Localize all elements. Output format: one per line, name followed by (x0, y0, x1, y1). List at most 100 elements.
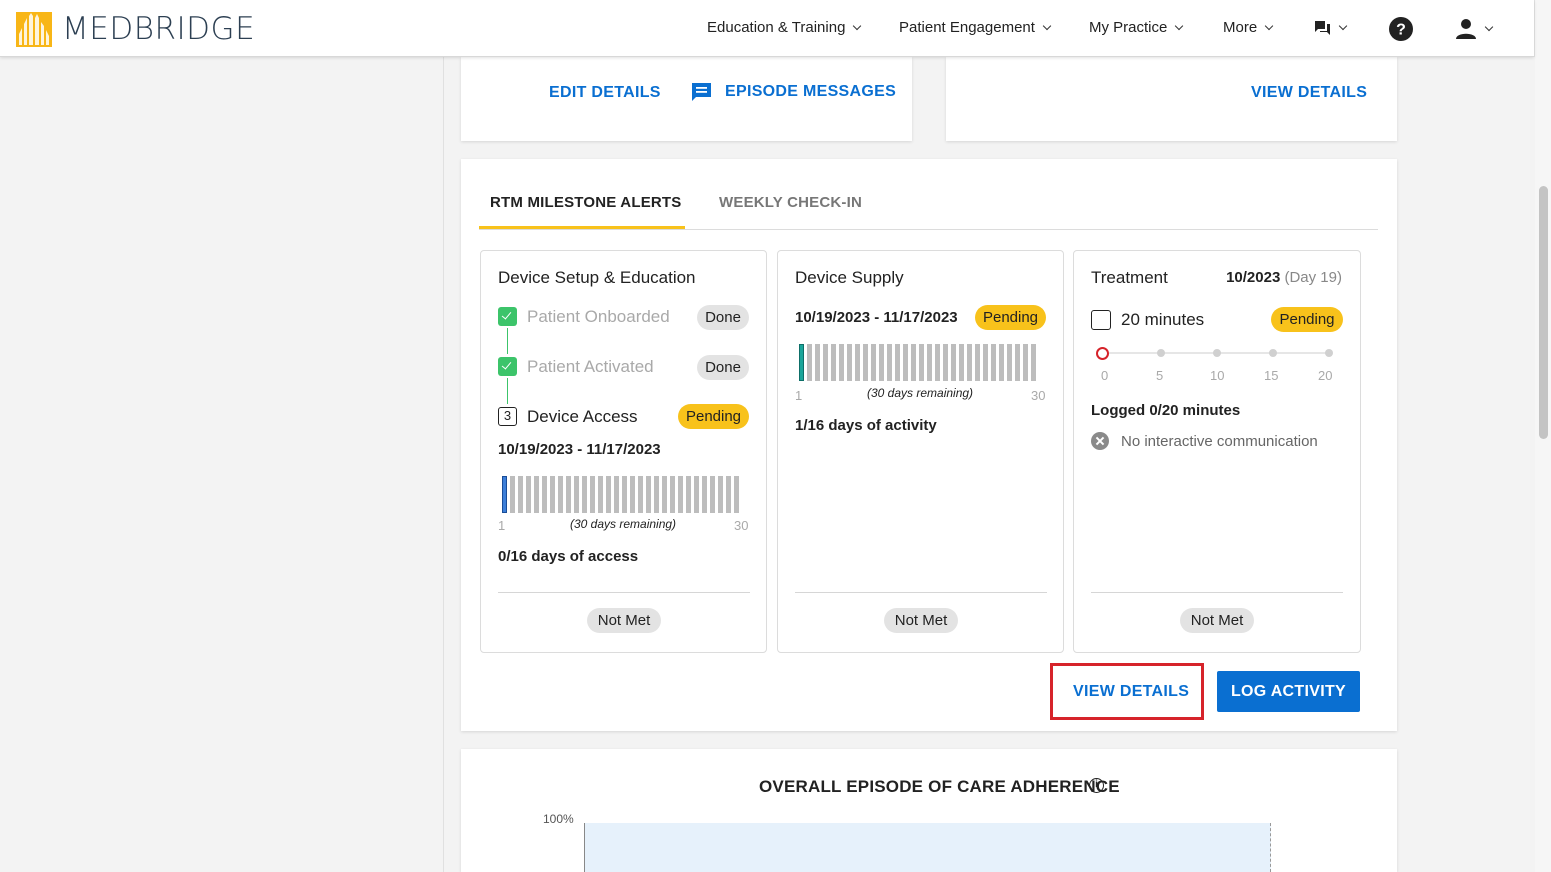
nav-my-practice[interactable]: My Practice (1089, 19, 1184, 36)
page-scrollbar[interactable] (1534, 0, 1551, 872)
checkbox-checked-icon (498, 307, 517, 326)
message-icon (692, 83, 711, 101)
day-bar (550, 476, 555, 513)
nav-patient-engagement[interactable]: Patient Engagement (899, 19, 1052, 36)
treatment-month: 10/2023 (1226, 269, 1281, 286)
status-badge: Pending (678, 404, 749, 429)
date-range: 10/19/2023 - 11/17/2023 (795, 309, 958, 326)
day-bar (887, 344, 892, 381)
interactive-note: No interactive communication (1121, 433, 1318, 450)
step-connector (507, 328, 508, 354)
card-divider (795, 592, 1047, 593)
medbridge-logo[interactable]: MEDBRIDGE (16, 11, 255, 47)
step-label: Patient Onboarded (527, 307, 670, 326)
day-progress-bars (502, 476, 739, 513)
log-activity-button[interactable]: LOG ACTIVITY (1217, 671, 1360, 712)
activity-summary: 1/16 days of activity (795, 417, 937, 434)
day-bar (911, 344, 916, 381)
chevron-down-icon (1484, 22, 1494, 32)
tick-dot (1213, 349, 1221, 357)
adherence-plot-area (584, 823, 1271, 872)
status-badge: Done (697, 355, 749, 380)
view-details-button[interactable]: VIEW DETAILS (1073, 683, 1189, 701)
bar-start-label: 1 (795, 388, 803, 403)
day-bar (662, 476, 667, 513)
day-bar (815, 344, 820, 381)
nav-label: More (1223, 19, 1258, 36)
device-setup-card: Device Setup & Education Patient Onboard… (480, 250, 767, 653)
day-bar (598, 476, 603, 513)
day-bar (895, 344, 900, 381)
day-bar (526, 476, 531, 513)
adherence-title: OVERALL EPISODE OF CARE ADHERENCE (759, 777, 1120, 796)
checkbox-checked-icon (498, 357, 517, 376)
edit-details-button[interactable]: EDIT DETAILS (549, 84, 661, 102)
checkbox-label: 20 minutes (1121, 310, 1205, 329)
chat-icon (1315, 21, 1330, 35)
day-bar (959, 344, 964, 381)
tick-label: 15 (1264, 368, 1279, 383)
day-bar (871, 344, 876, 381)
card-divider (498, 592, 750, 593)
day-bar (807, 344, 812, 381)
day-bar (879, 344, 884, 381)
day-bar (839, 344, 844, 381)
day-bar (1015, 344, 1020, 381)
tab-rtm-milestone-alerts[interactable]: RTM MILESTONE ALERTS (490, 194, 682, 211)
chevron-down-icon (1175, 21, 1184, 30)
tick-label: 0 (1101, 368, 1109, 383)
device-supply-card: Device Supply 10/19/2023 - 11/17/2023 Pe… (777, 250, 1064, 653)
day-bar (831, 344, 836, 381)
day-bar (847, 344, 852, 381)
day-bar (943, 344, 948, 381)
day-bar (534, 476, 539, 513)
nav-label: My Practice (1089, 19, 1168, 36)
cancel-circle-icon (1091, 432, 1109, 450)
day-progress-bars (799, 344, 1036, 381)
day-bar (510, 476, 515, 513)
day-bar (574, 476, 579, 513)
chevron-down-icon (1264, 21, 1274, 30)
minutes-checkbox[interactable] (1091, 310, 1111, 330)
episode-card: EDIT DETAILS EPISODE MESSAGES (461, 57, 912, 141)
bar-end-label: 30 (734, 518, 749, 533)
nav-messages[interactable] (1314, 20, 1348, 36)
brand-name: MEDBRIDGE (62, 11, 256, 47)
card-divider (1091, 592, 1343, 593)
day-bar (686, 476, 691, 513)
day-bar (566, 476, 571, 513)
tab-weekly-check-in[interactable]: WEEKLY CHECK-IN (719, 194, 862, 211)
day-bar (710, 476, 715, 513)
day-bar (718, 476, 723, 513)
help-button[interactable]: ? (1389, 17, 1413, 41)
day-bar (734, 476, 739, 513)
day-bar (855, 344, 860, 381)
user-icon (1456, 19, 1476, 39)
day-bar (638, 476, 643, 513)
day-bar (622, 476, 627, 513)
episode-messages-button[interactable]: EPISODE MESSAGES (691, 82, 896, 102)
nav-education-training[interactable]: Education & Training (707, 19, 862, 36)
day-bar (951, 344, 956, 381)
step-label: Device Access (527, 407, 638, 426)
current-minutes-marker (1096, 347, 1109, 360)
day-bar (694, 476, 699, 513)
nav-more[interactable]: More (1223, 19, 1274, 36)
user-menu[interactable] (1455, 18, 1494, 40)
day-bar (502, 476, 507, 513)
status-badge: Done (697, 305, 749, 330)
card-title: Device Setup & Education (498, 268, 696, 287)
nav-label: Patient Engagement (899, 19, 1035, 36)
tab-divider (479, 229, 1378, 230)
scrollbar-thumb[interactable] (1539, 186, 1548, 439)
day-bar (1007, 344, 1012, 381)
view-details-link[interactable]: VIEW DETAILS (1251, 84, 1367, 102)
logo-mark-icon (16, 11, 52, 47)
status-badge: Pending (975, 305, 1046, 330)
info-icon[interactable]: i (1089, 778, 1104, 793)
tick-label: 5 (1156, 368, 1164, 383)
card-title: Treatment (1091, 268, 1168, 287)
day-bar (670, 476, 675, 513)
result-badge: Not Met (1180, 608, 1254, 633)
step-connector (507, 378, 508, 404)
